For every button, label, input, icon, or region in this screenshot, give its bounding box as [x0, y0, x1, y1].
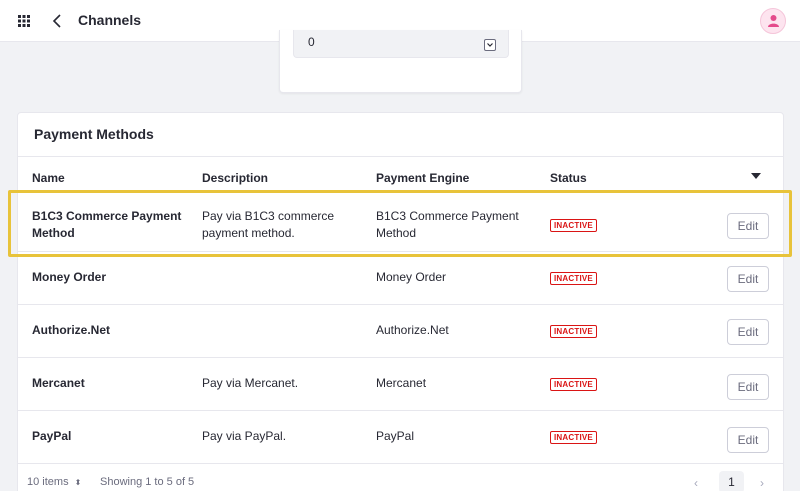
column-header-name[interactable]: Name: [32, 171, 65, 185]
back-chevron-icon[interactable]: [50, 13, 64, 29]
payment-method-description: Pay via Mercanet.: [202, 376, 299, 390]
payment-engine: Mercanet: [376, 376, 427, 390]
apps-grid-icon[interactable]: [18, 15, 30, 27]
items-per-page-label: 10 items: [27, 476, 69, 488]
payment-engine: B1C3 Commerce Payment Method: [376, 209, 519, 240]
payment-method-description: Pay via B1C3 commerce payment method.: [202, 209, 335, 240]
payment-methods-card: Payment Methods Name Description Payment…: [17, 112, 784, 491]
column-header-description[interactable]: Description: [202, 171, 268, 185]
payment-engine: PayPal: [376, 429, 415, 443]
column-header-payment-engine[interactable]: Payment Engine: [376, 171, 469, 185]
edit-button[interactable]: Edit: [727, 319, 769, 345]
payment-method-name: Mercanet: [32, 376, 85, 390]
payment-method-description: Pay via PayPal.: [202, 429, 287, 443]
edit-button[interactable]: Edit: [727, 213, 769, 239]
table-row: PayPal Pay via PayPal. PayPal INACTIVE E…: [18, 411, 783, 464]
status-badge: INACTIVE: [550, 325, 597, 338]
payment-method-name: Authorize.Net: [32, 323, 110, 337]
sort-caret-icon: ⬍: [74, 478, 82, 487]
payment-engine: Money Order: [376, 270, 447, 284]
page-title: Channels: [78, 12, 142, 28]
user-avatar[interactable]: [760, 8, 786, 34]
value-select[interactable]: 0: [293, 30, 509, 58]
table-row: Mercanet Pay via Mercanet. Mercanet INAC…: [18, 358, 783, 411]
select-value: 0: [308, 35, 315, 49]
status-badge: INACTIVE: [550, 219, 597, 232]
table-row: Authorize.Net Authorize.Net INACTIVE Edi…: [18, 305, 783, 358]
user-icon: [768, 15, 779, 27]
edit-button[interactable]: Edit: [727, 374, 769, 400]
edit-button[interactable]: Edit: [727, 266, 769, 292]
table-row: B1C3 Commerce Payment Method Pay via B1C…: [18, 199, 783, 252]
items-per-page-select[interactable]: 10 items ⬍: [27, 476, 81, 488]
card-title: Payment Methods: [34, 126, 154, 142]
next-page-chevron-icon[interactable]: ›: [760, 476, 764, 490]
upper-settings-card: 0: [279, 30, 522, 93]
payment-method-name: B1C3 Commerce Payment Method: [32, 209, 182, 240]
page-number-button[interactable]: 1: [719, 471, 744, 491]
payment-method-name: Money Order: [32, 270, 107, 284]
header-divider: [18, 191, 783, 192]
column-header-status[interactable]: Status: [550, 171, 587, 185]
table-row: Money Order Money Order INACTIVE Edit: [18, 252, 783, 305]
status-badge: INACTIVE: [550, 378, 597, 391]
status-badge: INACTIVE: [550, 431, 597, 444]
previous-page-chevron-icon[interactable]: ‹: [694, 476, 698, 490]
payment-engine: Authorize.Net: [376, 323, 449, 337]
column-menu-caret-icon[interactable]: [751, 173, 761, 179]
status-badge: INACTIVE: [550, 272, 597, 285]
showing-count: Showing 1 to 5 of 5: [100, 476, 195, 488]
chevron-down-icon: [484, 39, 496, 51]
payment-method-name: PayPal: [32, 429, 72, 443]
card-header: Payment Methods: [18, 113, 783, 157]
edit-button[interactable]: Edit: [727, 427, 769, 453]
